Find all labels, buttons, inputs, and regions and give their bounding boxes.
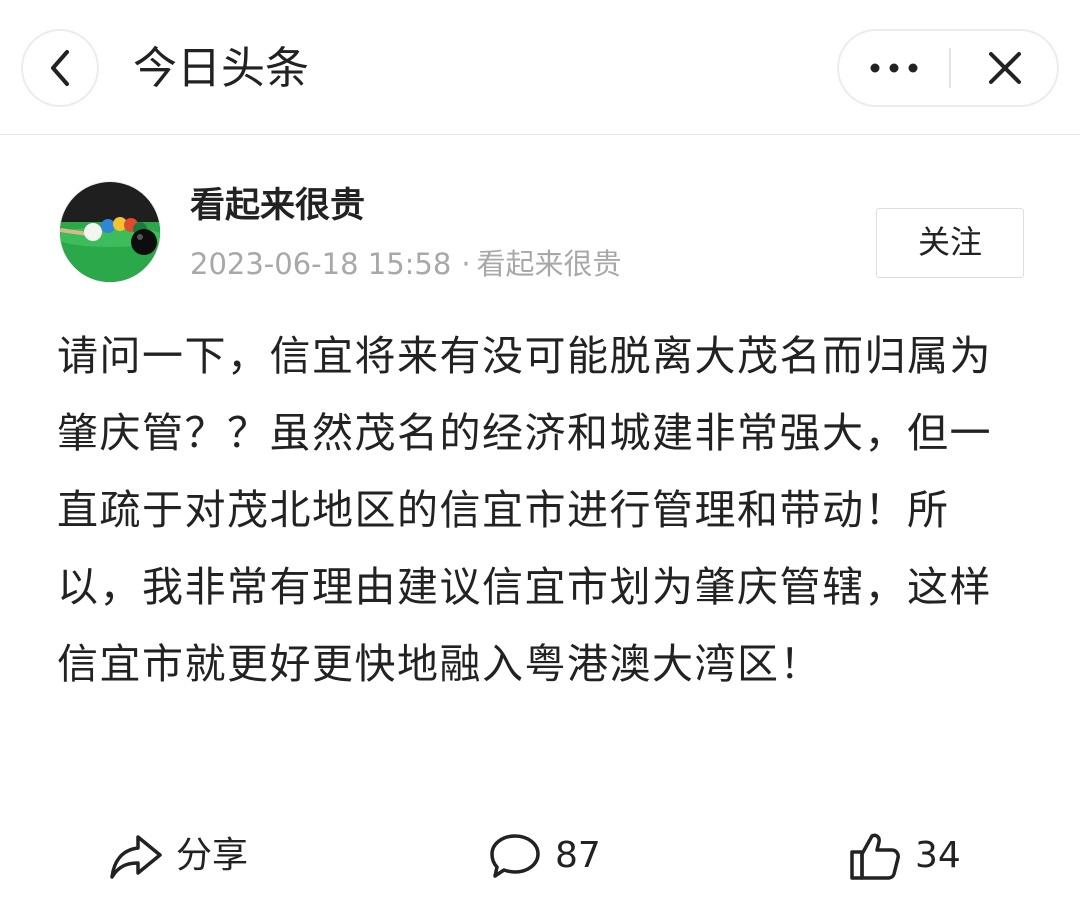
share-button[interactable]: 分享: [108, 826, 248, 886]
avatar[interactable]: [59, 181, 161, 283]
like-button[interactable]: 34: [847, 826, 961, 886]
post-detail-page: 今日头条 看起来很贵 2023-06-18 15:58 · 看起来很贵 关注 请…: [0, 0, 1080, 907]
post-source: 看起来很贵: [476, 247, 622, 281]
billiards-avatar: [60, 182, 160, 282]
meta-separator: ·: [461, 247, 471, 281]
mini-program-capsule: [837, 29, 1059, 107]
share-icon: [108, 828, 164, 884]
top-bar: 今日头条: [0, 0, 1080, 135]
more-dots-icon: [870, 63, 918, 73]
chevron-left-icon: [51, 50, 69, 86]
comment-count: 87: [555, 835, 601, 876]
thumbs-up-icon: [847, 828, 903, 884]
author-name[interactable]: 看起来很贵: [190, 183, 365, 229]
comment-icon: [487, 828, 543, 884]
like-count: 34: [915, 835, 961, 876]
post-meta: 2023-06-18 15:58 · 看起来很贵: [190, 244, 622, 284]
close-button[interactable]: [951, 31, 1059, 105]
app-title: 今日头条: [133, 43, 309, 94]
more-button[interactable]: [839, 31, 949, 105]
close-icon: [989, 52, 1021, 84]
post-body: 请问一下，信宜将来有没可能脱离大茂名而归属为肇庆管？？虽然茂名的经济和城建非常强…: [57, 332, 992, 688]
follow-button[interactable]: 关注: [876, 208, 1024, 278]
share-label: 分享: [176, 835, 249, 876]
comment-button[interactable]: 87: [487, 826, 601, 886]
post-timestamp: 2023-06-18 15:58: [190, 247, 452, 281]
back-button[interactable]: [21, 29, 99, 107]
